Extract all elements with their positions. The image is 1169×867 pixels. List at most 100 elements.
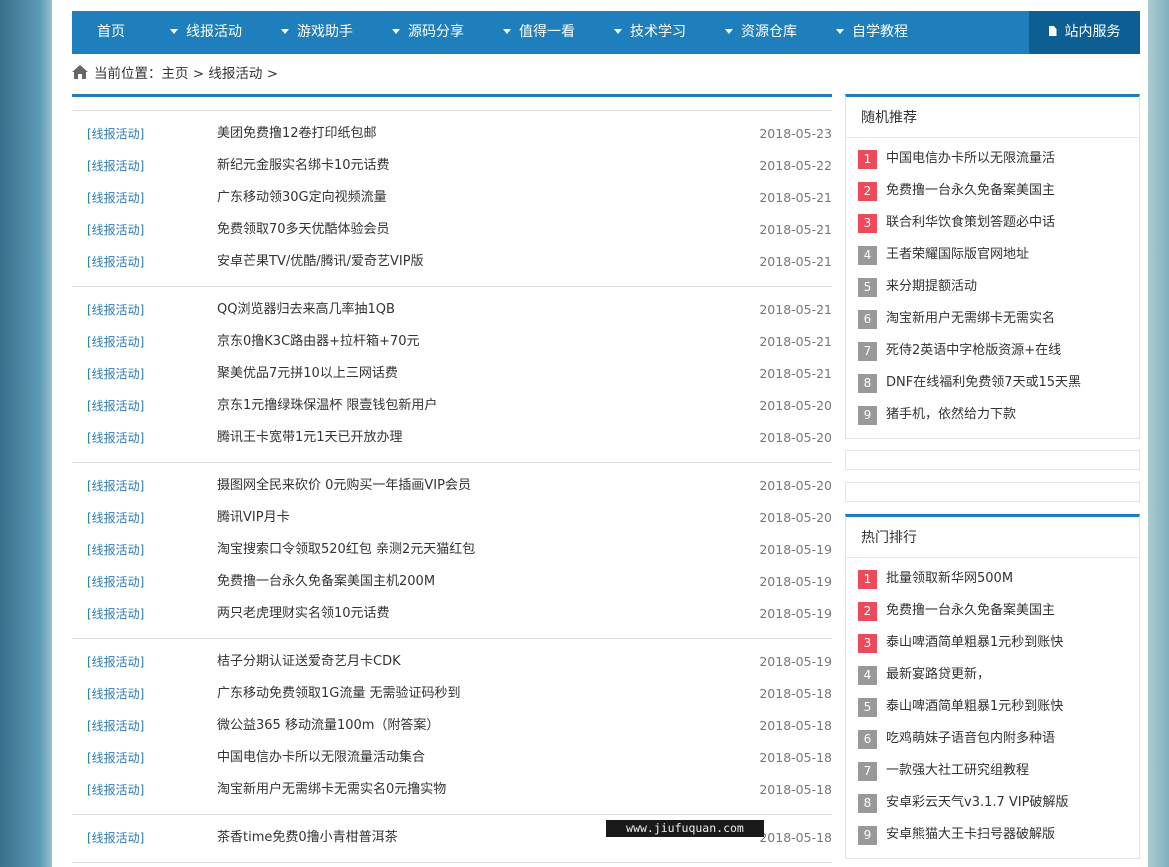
hot-item-link[interactable]: 最新宴路贷更新， xyxy=(886,659,990,691)
post-row: [线报活动] 广东移动领30G定向视频流量 2018-05-21 xyxy=(72,182,832,214)
post-title-link[interactable]: 腾讯王卡宽带1元1天已开放办理 xyxy=(217,422,403,454)
random-item[interactable]: 8 DNF在线福利免费领7天或15天黑 xyxy=(846,367,1139,399)
post-title-link[interactable]: 免费撸一台永久免备案美国主机200M xyxy=(217,566,435,598)
hot-item[interactable]: 7 一款强大社工研究组教程 xyxy=(846,755,1139,787)
post-title-link[interactable]: 美团免费撸12卷打印纸包邮 xyxy=(217,118,377,150)
nav-item-label: 值得一看 xyxy=(519,24,575,40)
post-category-link[interactable]: [线报活动] xyxy=(87,358,144,390)
hot-item-link[interactable]: 泰山啤酒简单粗暴1元秒到账快 xyxy=(886,627,1063,659)
post-title-link[interactable]: 微公益365 移动流量100m（附答案） xyxy=(217,710,439,742)
post-category-link[interactable]: [线报活动] xyxy=(87,294,144,326)
random-item[interactable]: 6 淘宝新用户无需绑卡无需实名 xyxy=(846,303,1139,335)
breadcrumb-current-link[interactable]: 线报活动 xyxy=(208,66,262,82)
random-item-link[interactable]: 王者荣耀国际版官网地址 xyxy=(886,239,1029,271)
nav-item-tech[interactable]: 技术学习 xyxy=(614,11,686,54)
watermark: www.jiufuquan.com xyxy=(606,820,764,837)
post-category-link[interactable]: [线报活动] xyxy=(87,710,144,742)
hot-item-link[interactable]: 安卓彩云天气v3.1.7 VIP破解版 xyxy=(886,787,1068,819)
post-title-link[interactable]: 淘宝新用户无需绑卡无需实名0元撸实物 xyxy=(217,774,446,806)
nav-item-home[interactable]: 首页 xyxy=(97,11,125,54)
post-title-link[interactable]: 广东移动免费领取1G流量 无需验证码秒到 xyxy=(217,678,460,710)
hot-item[interactable]: 1 批量领取新华网500M xyxy=(846,563,1139,595)
caret-down-icon xyxy=(725,28,733,34)
caret-down-icon xyxy=(170,28,178,34)
random-item[interactable]: 1 中国电信办卡所以无限流量活 xyxy=(846,143,1139,175)
breadcrumb-prefix: 当前位置： xyxy=(94,66,162,82)
post-category-link[interactable]: [线报活动] xyxy=(87,150,144,182)
random-item-link[interactable]: 免费撸一台永久免备案美国主 xyxy=(886,175,1055,207)
nav-item-game-helper[interactable]: 游戏助手 xyxy=(281,11,353,54)
hot-item[interactable]: 4 最新宴路贷更新， xyxy=(846,659,1139,691)
post-category-link[interactable]: [线报活动] xyxy=(87,182,144,214)
hot-item[interactable]: 2 免费撸一台永久免备案美国主 xyxy=(846,595,1139,627)
nav-item-resources[interactable]: 资源仓库 xyxy=(725,11,797,54)
hot-item-link[interactable]: 批量领取新华网500M xyxy=(886,563,1013,595)
post-title-link[interactable]: 茶香time免费0撸小青柑普洱茶 xyxy=(217,822,398,854)
post-category-link[interactable]: [线报活动] xyxy=(87,598,144,630)
random-item-link[interactable]: 来分期提额活动 xyxy=(886,271,977,303)
hot-item-link[interactable]: 一款强大社工研究组教程 xyxy=(886,755,1029,787)
nav-item-tutorials[interactable]: 自学教程 xyxy=(836,11,908,54)
random-item-link[interactable]: 死侍2英语中字枪版资源+在线 xyxy=(886,335,1061,367)
random-item-link[interactable]: 中国电信办卡所以无限流量活 xyxy=(886,143,1055,175)
post-category-link[interactable]: [线报活动] xyxy=(87,534,144,566)
post-title-link[interactable]: 桔子分期认证送爱奇艺月卡CDK xyxy=(217,646,401,678)
random-item[interactable]: 4 王者荣耀国际版官网地址 xyxy=(846,239,1139,271)
post-category-link[interactable]: [线报活动] xyxy=(87,742,144,774)
post-title-link[interactable]: 摄图网全民来砍价 0元购买一年插画VIP会员 xyxy=(217,470,471,502)
nav-service-button[interactable]: 站内服务 xyxy=(1029,11,1140,54)
random-item-link[interactable]: 联合利华饮食策划答题必中话 xyxy=(886,207,1055,239)
post-category-link[interactable]: [线报活动] xyxy=(87,678,144,710)
post-category-link[interactable]: [线报活动] xyxy=(87,822,144,854)
post-title-link[interactable]: 免费领取70多天优酷体验会员 xyxy=(217,214,390,246)
post-date: 2018-05-19 xyxy=(759,542,832,557)
nav-item-activities[interactable]: 线报活动 xyxy=(170,11,242,54)
post-category-link[interactable]: [线报活动] xyxy=(87,774,144,806)
post-category-link[interactable]: [线报活动] xyxy=(87,566,144,598)
post-category-link[interactable]: [线报活动] xyxy=(87,422,144,454)
post-title-link[interactable]: 腾讯VIP月卡 xyxy=(217,502,290,534)
post-title-link[interactable]: 中国电信办卡所以无限流量活动集合 xyxy=(217,742,425,774)
post-title-link[interactable]: 京东1元撸绿珠保温杯 限壹钱包新用户 xyxy=(217,390,437,422)
post-category-link[interactable]: [线报活动] xyxy=(87,470,144,502)
post-row: [线报活动] 淘宝新用户无需绑卡无需实名0元撸实物 2018-05-18 xyxy=(72,774,832,806)
random-item[interactable]: 2 免费撸一台永久免备案美国主 xyxy=(846,175,1139,207)
hot-item-link[interactable]: 安卓熊猫大王卡扫号器破解版 xyxy=(886,819,1055,851)
hot-item[interactable]: 8 安卓彩云天气v3.1.7 VIP破解版 xyxy=(846,787,1139,819)
post-category-link[interactable]: [线报活动] xyxy=(87,118,144,150)
post-title-link[interactable]: 安卓芒果TV/优酷/腾讯/爱奇艺VIP版 xyxy=(217,246,424,278)
random-item-link[interactable]: 淘宝新用户无需绑卡无需实名 xyxy=(886,303,1055,335)
hot-item[interactable]: 6 吃鸡萌妹子语音包内附多种语 xyxy=(846,723,1139,755)
post-title-link[interactable]: 淘宝搜索口令领取520红包 亲测2元天猫红包 xyxy=(217,534,475,566)
post-title-link[interactable]: 京东0撸K3C路由器+拉杆箱+70元 xyxy=(217,326,419,358)
post-title-link[interactable]: 新纪元金服实名绑卡10元话费 xyxy=(217,150,390,182)
random-item[interactable]: 9 猪手机，依然给力下款 xyxy=(846,399,1139,431)
post-title-link[interactable]: QQ浏览器归去来高几率抽1QB xyxy=(217,294,395,326)
hot-item[interactable]: 5 泰山啤酒简单粗暴1元秒到账快 xyxy=(846,691,1139,723)
hot-item-link[interactable]: 泰山啤酒简单粗暴1元秒到账快 xyxy=(886,691,1063,723)
post-title-link[interactable]: 两只老虎理财实名领10元话费 xyxy=(217,598,390,630)
post-category-link[interactable]: [线报活动] xyxy=(87,646,144,678)
post-title-link[interactable]: 广东移动领30G定向视频流量 xyxy=(217,182,387,214)
nav-item-worth-a-look[interactable]: 值得一看 xyxy=(503,11,575,54)
random-item-link[interactable]: 猪手机，依然给力下款 xyxy=(886,399,1016,431)
hot-item[interactable]: 3 泰山啤酒简单粗暴1元秒到账快 xyxy=(846,627,1139,659)
hot-item-link[interactable]: 免费撸一台永久免备案美国主 xyxy=(886,595,1055,627)
post-category-link[interactable]: [线报活动] xyxy=(87,390,144,422)
random-item[interactable]: 5 来分期提额活动 xyxy=(846,271,1139,303)
random-item[interactable]: 7 死侍2英语中字枪版资源+在线 xyxy=(846,335,1139,367)
post-category-link[interactable]: [线报活动] xyxy=(87,214,144,246)
home-icon xyxy=(72,65,88,79)
post-category-link[interactable]: [线报活动] xyxy=(87,246,144,278)
random-item[interactable]: 3 联合利华饮食策划答题必中话 xyxy=(846,207,1139,239)
caret-down-icon xyxy=(836,28,844,34)
hot-item[interactable]: 9 安卓熊猫大王卡扫号器破解版 xyxy=(846,819,1139,851)
nav-item-source-code[interactable]: 源码分享 xyxy=(392,11,464,54)
post-category-link[interactable]: [线报活动] xyxy=(87,502,144,534)
post-title-link[interactable]: 聚美优品7元拼10以上三网话费 xyxy=(217,358,398,390)
hot-item-link[interactable]: 吃鸡萌妹子语音包内附多种语 xyxy=(886,723,1055,755)
post-group: [线报活动] 美团免费撸12卷打印纸包邮 2018-05-23 [线报活动] 新纪元金服… xyxy=(72,111,832,287)
post-category-link[interactable]: [线报活动] xyxy=(87,326,144,358)
random-item-link[interactable]: DNF在线福利免费领7天或15天黑 xyxy=(886,367,1081,399)
breadcrumb-home-link[interactable]: 主页 xyxy=(162,66,189,82)
